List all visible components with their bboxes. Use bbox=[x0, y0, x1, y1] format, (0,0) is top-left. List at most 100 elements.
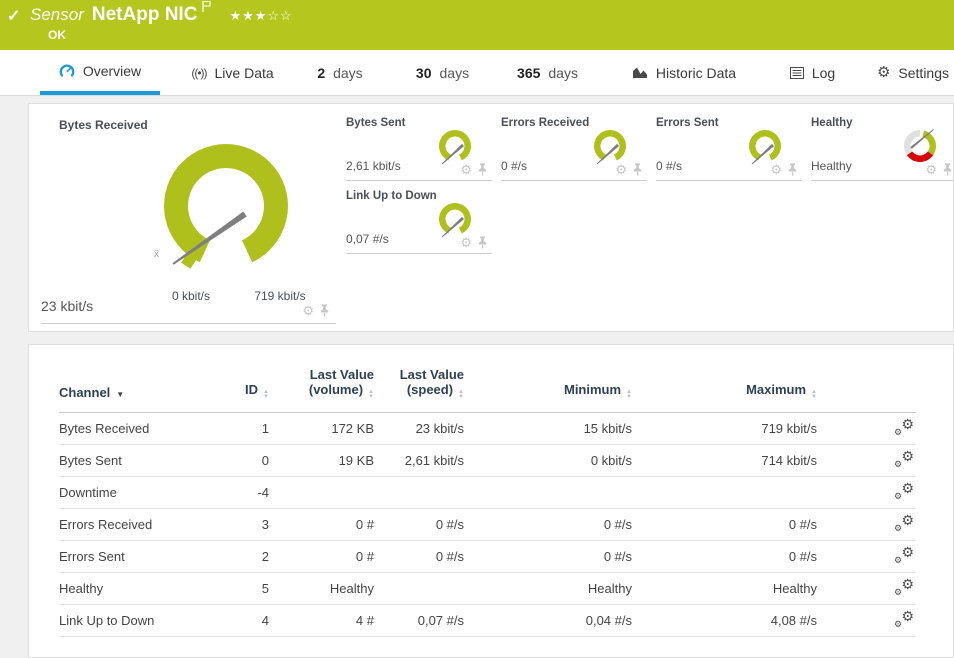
table-row: Bytes Received 1 172 KB 23 kbit/s 15 kbi… bbox=[59, 413, 916, 445]
minimum-value: Healthy bbox=[464, 573, 632, 605]
gauge-value: 0 #/s bbox=[501, 159, 527, 173]
gauge-value: 0,07 #/s bbox=[346, 232, 389, 246]
edit-channel-gears-icon[interactable]: ⚙⚙ bbox=[894, 483, 914, 500]
gauge-title: Errors Received bbox=[501, 117, 589, 129]
sort-icon[interactable]: ▲▼ bbox=[458, 390, 464, 400]
stars-filled[interactable]: ★★★ bbox=[229, 8, 267, 23]
sort-icon[interactable]: ▲▼ bbox=[811, 390, 817, 400]
channel-id: 2 bbox=[211, 541, 269, 573]
channel-name: Link Up to Down bbox=[59, 605, 211, 637]
table-row: Downtime -4 ⚙⚙ bbox=[59, 477, 916, 509]
channel-settings-gear-icon[interactable]: ⚙ bbox=[925, 163, 937, 176]
table-row: Bytes Sent 0 19 KB 2,61 kbit/s 0 kbit/s … bbox=[59, 445, 916, 477]
tab-2-days-unit: days bbox=[333, 65, 363, 81]
channel-name: Errors Received bbox=[59, 509, 211, 541]
tab-overview[interactable]: Overview bbox=[40, 50, 160, 95]
live-data-icon: ((•)) bbox=[191, 66, 206, 80]
channel-settings-gear-icon[interactable]: ⚙ bbox=[460, 163, 472, 176]
bytes-received-gauge: x̄ bbox=[146, 126, 306, 286]
tab-settings[interactable]: ⚙ Settings bbox=[872, 50, 954, 95]
pin-icon[interactable] bbox=[477, 163, 488, 176]
channel-id: 1 bbox=[211, 413, 269, 445]
edit-channel-gears-icon[interactable]: ⚙⚙ bbox=[894, 611, 914, 628]
errors-received-gauge bbox=[591, 127, 629, 165]
gear-icon: ⚙ bbox=[877, 65, 890, 80]
column-header-id[interactable]: ID ▲▼ bbox=[211, 345, 269, 413]
tab-2-days-number: 2 bbox=[317, 65, 325, 81]
edit-channel-gears-icon[interactable]: ⚙⚙ bbox=[894, 547, 914, 564]
minimum-value: 0,04 #/s bbox=[464, 605, 632, 637]
last-value-volume: 172 KB bbox=[269, 413, 374, 445]
sensor-title-row: Sensor NetApp NIC ★★★☆☆ bbox=[30, 4, 293, 26]
channel-settings-gear-icon[interactable]: ⚙ bbox=[460, 236, 472, 249]
tab-bar: Overview ((•)) Live Data 2 days 30 days … bbox=[0, 50, 954, 96]
errors-sent-gauge bbox=[746, 127, 784, 165]
gauge-title: Healthy bbox=[811, 117, 853, 129]
gauge-icon bbox=[59, 63, 75, 79]
column-header-minimum[interactable]: Minimum ▲▼ bbox=[464, 345, 632, 413]
column-header-id-label: ID bbox=[245, 382, 258, 397]
column-header-minimum-label: Minimum bbox=[564, 382, 621, 397]
priority-stars[interactable]: ★★★☆☆ bbox=[229, 8, 292, 24]
channel-name: Downtime bbox=[59, 477, 211, 509]
pin-icon[interactable] bbox=[942, 163, 953, 176]
sort-desc-icon[interactable]: ▼ bbox=[116, 390, 124, 399]
last-value-volume: 0 # bbox=[269, 509, 374, 541]
last-value-speed bbox=[374, 573, 464, 605]
header-line2: (volume) bbox=[309, 382, 363, 397]
stars-empty[interactable]: ☆☆ bbox=[267, 8, 292, 23]
pin-icon[interactable] bbox=[319, 304, 330, 317]
edit-channel-gears-icon[interactable]: ⚙⚙ bbox=[894, 451, 914, 468]
tab-30-days-unit: days bbox=[440, 65, 470, 81]
column-header-maximum[interactable]: Maximum▲▼ bbox=[632, 345, 817, 413]
sort-icon[interactable]: ▲▼ bbox=[626, 390, 632, 400]
sort-icon[interactable]: ▲▼ bbox=[263, 390, 269, 400]
channel-id: 3 bbox=[211, 509, 269, 541]
area-chart-icon bbox=[632, 66, 648, 79]
channels-table: Channel▼ ID▲▼ Last Value(volume)▲▼ Last … bbox=[59, 345, 916, 637]
sensor-name: NetApp NIC bbox=[92, 4, 198, 26]
bytes-sent-gauge bbox=[436, 127, 474, 165]
pin-icon[interactable] bbox=[632, 163, 643, 176]
tab-30-days-number: 30 bbox=[416, 65, 432, 81]
edit-channel-gears-icon[interactable]: ⚙⚙ bbox=[894, 579, 914, 596]
gauge-tile-bytes-received: Bytes Received x̄ 0 kbit/s 719 kbit/s 23… bbox=[41, 109, 336, 324]
last-value-speed: 2,61 kbit/s bbox=[374, 445, 464, 477]
channel-id: 0 bbox=[211, 445, 269, 477]
channel-settings-gear-icon[interactable]: ⚙ bbox=[770, 163, 782, 176]
tab-365-days-number: 365 bbox=[517, 65, 540, 81]
gauge-tile-actions: ⚙ bbox=[615, 163, 643, 176]
tab-30-days[interactable]: 30 days bbox=[405, 50, 480, 95]
tab-historic-data[interactable]: Historic Data bbox=[625, 50, 743, 95]
tab-live-data[interactable]: ((•)) Live Data bbox=[180, 50, 285, 95]
column-header-last-value-volume[interactable]: Last Value(volume)▲▼ bbox=[269, 345, 374, 413]
tab-log[interactable]: Log bbox=[785, 50, 840, 95]
gauges-panel: Bytes Received x̄ 0 kbit/s 719 kbit/s 23… bbox=[28, 103, 954, 332]
channel-name: Bytes Sent bbox=[59, 445, 211, 477]
gauge-tile-bytes-sent: Bytes Sent 2,61 kbit/s ⚙ bbox=[346, 115, 492, 181]
last-value-speed: 0,07 #/s bbox=[374, 605, 464, 637]
column-header-channel-label: Channel bbox=[59, 385, 110, 400]
channel-settings-gear-icon[interactable]: ⚙ bbox=[302, 304, 314, 317]
gauge-title: Bytes Received bbox=[59, 118, 148, 132]
tab-365-days[interactable]: 365 days bbox=[505, 50, 590, 95]
log-list-icon bbox=[790, 67, 804, 79]
column-header-last-value-speed[interactable]: Last Value(speed)▲▼ bbox=[374, 345, 464, 413]
edit-channel-gears-icon[interactable]: ⚙⚙ bbox=[894, 515, 914, 532]
channel-settings-gear-icon[interactable]: ⚙ bbox=[615, 163, 627, 176]
channel-name: Bytes Received bbox=[59, 413, 211, 445]
pin-icon[interactable] bbox=[477, 236, 488, 249]
sensor-status-header: ✓ Sensor NetApp NIC ★★★☆☆ OK bbox=[0, 0, 954, 50]
edit-channel-gears-icon[interactable]: ⚙⚙ bbox=[894, 419, 914, 436]
tab-2-days[interactable]: 2 days bbox=[305, 50, 375, 95]
sort-icon[interactable]: ▲▼ bbox=[368, 390, 374, 400]
minimum-value: 0 kbit/s bbox=[464, 445, 632, 477]
pin-icon[interactable] bbox=[787, 163, 798, 176]
average-marker: x̄ bbox=[154, 249, 159, 260]
flag-icon[interactable] bbox=[201, 0, 211, 18]
last-value-speed: 0 #/s bbox=[374, 541, 464, 573]
column-header-channel[interactable]: Channel ▼ bbox=[59, 345, 211, 413]
tab-live-data-label: Live Data bbox=[215, 65, 274, 81]
gauge-tile-actions: ⚙ bbox=[302, 304, 330, 317]
maximum-value: 0 #/s bbox=[632, 509, 817, 541]
